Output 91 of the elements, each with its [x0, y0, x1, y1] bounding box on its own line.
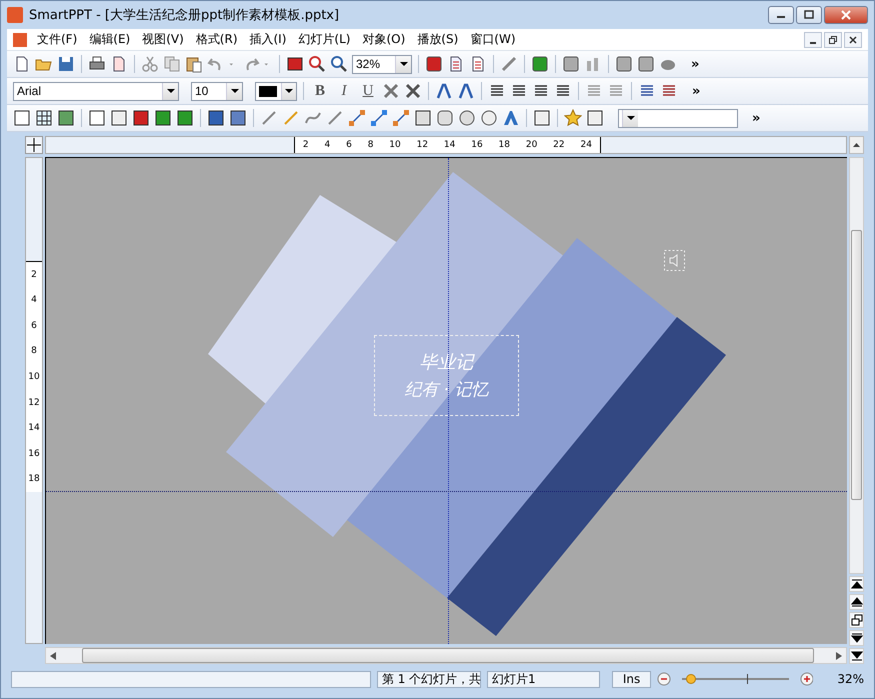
restore-button[interactable]: [824, 32, 842, 48]
copy-icon[interactable]: [163, 55, 181, 73]
zoom-in-icon[interactable]: [800, 672, 814, 686]
menu-item[interactable]: 文件(F): [33, 31, 86, 48]
menu-item[interactable]: 格式(R): [192, 31, 246, 48]
connector-icon[interactable]: [348, 109, 366, 127]
ruler-number: 24: [580, 140, 592, 150]
zoom-percentage: 32%: [837, 672, 864, 686]
ruler-number: 18: [28, 474, 40, 484]
scrollbar-thumb[interactable]: [82, 648, 814, 663]
menu-item[interactable]: 窗口(W): [466, 31, 524, 48]
close-button[interactable]: [844, 32, 862, 48]
rounded-rectangle-icon[interactable]: [436, 109, 454, 127]
previous-slide-icon[interactable]: [849, 594, 864, 610]
document-icon: [13, 32, 27, 46]
slide-title: 毕业记: [420, 351, 474, 374]
font-size-dropdown[interactable]: 10: [191, 82, 243, 100]
menu-item[interactable]: 对象(O): [358, 31, 414, 48]
magnifier-icon[interactable]: [330, 55, 348, 73]
vertical-scrollbar[interactable]: [849, 157, 864, 574]
ruler-number: 10: [389, 140, 401, 150]
scroll-up-icon: [853, 143, 860, 147]
slider-thumb[interactable]: [686, 674, 696, 684]
slide-subtitle: 纪有 · 记忆: [404, 379, 489, 401]
insert-mode: Ins: [612, 670, 652, 688]
connector-icon[interactable]: [392, 109, 410, 127]
menu-item[interactable]: 播放(S): [413, 31, 466, 48]
format-button[interactable]: B: [310, 82, 330, 100]
horizontal-scrollbar[interactable]: [45, 647, 847, 664]
menu-item[interactable]: 幻灯片(L): [294, 31, 358, 48]
next-slide-icon[interactable]: [849, 630, 864, 646]
ruler-number: 2: [302, 140, 309, 150]
star-icon[interactable]: [564, 109, 582, 127]
maximize-button[interactable]: [796, 6, 822, 24]
minimize-button[interactable]: [768, 6, 794, 24]
style-dropdown[interactable]: [618, 108, 738, 128]
minimize-icon: [810, 42, 816, 44]
rectangle-icon[interactable]: [414, 109, 432, 127]
ruler-number: 14: [28, 423, 40, 434]
close-icon: [840, 10, 852, 20]
ruler-number: 8: [368, 140, 374, 150]
more-tools-button[interactable]: »: [752, 110, 760, 126]
minimize-button[interactable]: [804, 32, 822, 48]
slide-position: 第 1 个幻灯片，共: [376, 670, 481, 688]
font-family-dropdown[interactable]: Arial: [13, 82, 179, 100]
scroll-left-icon[interactable]: [50, 652, 56, 660]
scroll-up-button[interactable]: [849, 136, 864, 154]
last-slide-icon[interactable]: [849, 648, 864, 664]
slide-name: 幻灯片1: [486, 670, 600, 688]
menu-item[interactable]: 视图(V): [138, 31, 192, 48]
scissors-icon[interactable]: [141, 55, 159, 73]
ruler-number: 16: [471, 140, 483, 150]
ruler-number: 18: [498, 140, 510, 150]
menu-item[interactable]: 插入(I): [246, 31, 294, 48]
ruler-number: 8: [31, 346, 37, 356]
table-icon[interactable]: [35, 109, 53, 127]
zoom-region-icon[interactable]: [308, 55, 326, 73]
ruler-number: 6: [346, 140, 352, 150]
line-icon[interactable]: [260, 109, 278, 127]
font-color-dropdown[interactable]: [255, 82, 297, 100]
ruler-number: 16: [28, 448, 40, 459]
ruler-number: 14: [444, 140, 456, 150]
format-button[interactable]: I: [334, 82, 354, 100]
ruler-number: 4: [31, 295, 37, 306]
ruler-origin-button[interactable]: [25, 136, 43, 154]
ruler-number: 22: [553, 140, 565, 150]
ruler-number: 10: [28, 372, 40, 382]
first-slide-icon[interactable]: [849, 576, 864, 592]
app-logo-icon: [7, 7, 23, 23]
close-icon: [849, 36, 857, 44]
slides-icon[interactable]: [849, 612, 864, 628]
format-button[interactable]: U: [358, 82, 378, 100]
ruler-number: 2: [31, 270, 37, 280]
ruler-number: 20: [526, 140, 538, 150]
paste-icon[interactable]: [185, 55, 203, 73]
ruler-number: 12: [416, 140, 428, 150]
ruler-number: 12: [28, 398, 40, 408]
restore-icon: [829, 36, 837, 44]
maximize-icon: [804, 10, 814, 20]
connector-icon[interactable]: [370, 109, 388, 127]
more-tools-button[interactable]: »: [692, 84, 700, 98]
ellipse-icon[interactable]: [458, 109, 476, 127]
zoom-out-icon[interactable]: [657, 672, 671, 686]
more-tools-button[interactable]: »: [691, 56, 700, 72]
window-title: SmartPPT - [大学生活纪念册ppt制作素材模板.pptx]: [29, 7, 340, 24]
zoom-dropdown[interactable]: 32%: [352, 54, 412, 74]
menu-item[interactable]: 编辑(E): [85, 31, 138, 48]
scrollbar-thumb[interactable]: [851, 230, 862, 500]
ruler-number: 4: [324, 140, 330, 150]
ruler-number: 6: [31, 320, 37, 331]
scroll-right-icon[interactable]: [836, 652, 842, 660]
